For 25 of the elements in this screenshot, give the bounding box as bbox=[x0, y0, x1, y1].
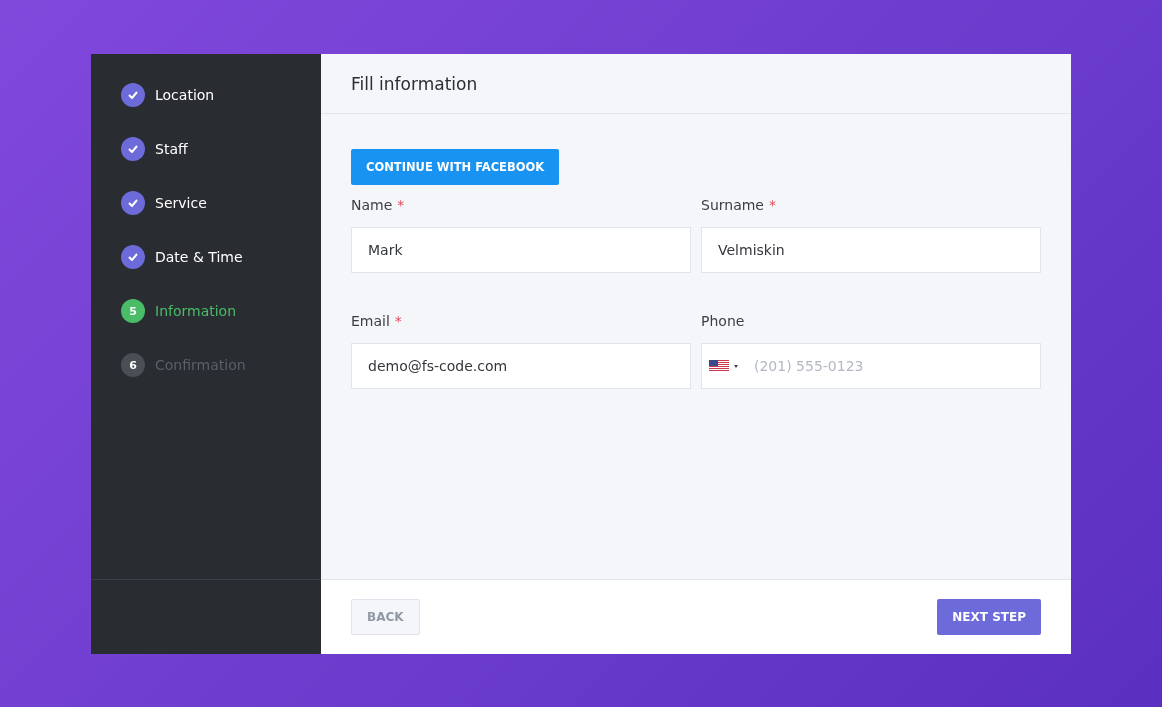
phone-field[interactable]: (201) 555-0123 bbox=[701, 343, 1041, 389]
page-title: Fill information bbox=[351, 73, 478, 94]
check-icon bbox=[121, 83, 145, 107]
required-mark: * bbox=[397, 197, 405, 213]
step-label[interactable]: Location bbox=[155, 87, 215, 103]
step-label[interactable]: Service bbox=[155, 195, 207, 211]
next-step-button[interactable]: NEXT STEP bbox=[937, 599, 1041, 635]
step-number: 6 bbox=[121, 353, 145, 377]
input-field[interactable]: demo@fs-code.com bbox=[351, 343, 691, 389]
input-field[interactable]: Velmiskin bbox=[701, 227, 1041, 273]
step-label[interactable]: Date & Time bbox=[155, 249, 243, 265]
step-number: 5 bbox=[121, 299, 145, 323]
check-icon bbox=[121, 137, 145, 161]
step-label[interactable]: Staff bbox=[155, 141, 188, 157]
check-icon bbox=[121, 245, 145, 269]
field-label: Surname bbox=[701, 197, 764, 213]
step-label[interactable]: Information bbox=[155, 303, 237, 319]
required-mark: * bbox=[394, 313, 402, 329]
flag-icon[interactable] bbox=[709, 360, 739, 372]
check-icon bbox=[121, 191, 145, 215]
field-label: Name bbox=[351, 197, 393, 213]
field-label: Phone bbox=[701, 313, 745, 329]
field-label: Email bbox=[351, 313, 390, 329]
input-field[interactable]: Mark bbox=[351, 227, 691, 273]
required-mark: * bbox=[769, 197, 776, 213]
